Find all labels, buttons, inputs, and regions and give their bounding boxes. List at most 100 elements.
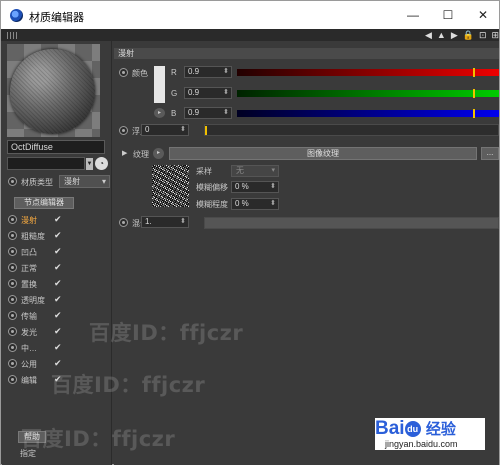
float-radio[interactable] <box>119 126 128 135</box>
channel-radio[interactable] <box>8 343 17 352</box>
grip-handle-icon[interactable] <box>7 32 19 39</box>
channel-displacement[interactable]: 置换 ✔ <box>7 277 107 291</box>
material-type-select[interactable]: 漫射 <box>59 175 110 188</box>
baidu-jingyan-logo: Bai du 经验 jingyan.baidu.com <box>375 418 485 450</box>
channel-letter: R <box>171 68 177 77</box>
window-title: 材质编辑器 <box>29 11 84 24</box>
r-slider[interactable] <box>237 68 499 77</box>
pin-icon[interactable]: ⊡ <box>479 29 487 41</box>
material-type-radio[interactable] <box>8 177 17 186</box>
channel-checkbox[interactable]: ✔ <box>54 246 62 257</box>
blur-scale-row: 模糊程度 0 % <box>196 198 371 210</box>
noise-pattern-overlay <box>152 165 189 207</box>
g-value-field[interactable]: 0.9 <box>184 87 232 99</box>
texture-thumbnail[interactable] <box>152 165 189 207</box>
channel-radio[interactable] <box>8 295 17 304</box>
slider-knob[interactable] <box>472 109 475 118</box>
channel-radio[interactable] <box>8 279 17 288</box>
channel-checkbox[interactable]: ✔ <box>54 310 62 321</box>
watermark: 百度ID：ffjczr <box>21 427 176 451</box>
channel-checkbox[interactable]: ✔ <box>54 278 62 289</box>
channel-label: 中… <box>21 344 37 353</box>
material-preview[interactable] <box>7 44 100 137</box>
mix-radio[interactable] <box>119 218 128 227</box>
watermark: 百度ID：ffjczr <box>51 373 206 397</box>
slider-knob[interactable] <box>472 89 475 98</box>
channel-checkbox[interactable]: ✔ <box>54 262 62 273</box>
channel-radio[interactable] <box>8 311 17 320</box>
lock-icon[interactable]: 🔒 <box>463 29 474 41</box>
maximize-button[interactable]: ☐ <box>433 5 463 25</box>
channel-label: 正常 <box>21 264 37 273</box>
channel-checkbox[interactable]: ✔ <box>54 358 62 369</box>
blur-offset-label: 模糊偏移 <box>196 183 228 192</box>
channel-label: 漫射 <box>21 216 37 225</box>
minimize-button[interactable]: — <box>398 5 428 25</box>
blur-offset-row: 模糊偏移 0 % <box>196 181 371 193</box>
nav-icons: ◀ ▲ ▶ 🔒 ⊡ ⊞ <box>425 29 500 41</box>
channel-label: 透明度 <box>21 296 45 305</box>
baidu-logo-text: Bai du 经验 <box>375 418 456 439</box>
blur-offset-field[interactable]: 0 % <box>231 181 279 193</box>
picker-icon[interactable]: ◔ <box>95 157 108 170</box>
texture-label: 纹理 <box>133 150 149 159</box>
channel-normal[interactable]: 正常 ✔ <box>7 261 107 275</box>
left-panel: OctDiffuse ▼ ◔ 材质类型 漫射 节点编辑器 漫射 ✔ 粗糙度 ✔ … <box>2 41 112 465</box>
watermark: 百度ID：ffjczr <box>89 321 244 345</box>
arrow-right-icon[interactable]: ▶ <box>451 29 458 41</box>
channel-radio[interactable] <box>8 215 17 224</box>
blur-scale-field[interactable]: 0 % <box>231 198 279 210</box>
preview-scene-field[interactable] <box>7 157 85 170</box>
channel-radio[interactable] <box>8 327 17 336</box>
b-value-field[interactable]: 0.9 <box>184 107 232 119</box>
channel-radio[interactable] <box>8 247 17 256</box>
chevron-down-icon[interactable]: ▼ <box>86 158 93 170</box>
channel-roughness[interactable]: 粗糙度 ✔ <box>7 229 107 243</box>
texture-link-icon[interactable]: ▸ <box>153 148 164 159</box>
channel-letter: G <box>171 89 178 98</box>
channel-label: 编辑 <box>21 376 37 385</box>
channel-checkbox[interactable]: ✔ <box>54 294 62 305</box>
sampling-select[interactable]: 无 <box>231 165 279 177</box>
channel-radio[interactable] <box>8 263 17 272</box>
g-slider[interactable] <box>237 89 499 98</box>
mix-value-field[interactable]: 1. <box>141 216 189 228</box>
b-slider[interactable] <box>237 109 499 118</box>
channel-diffuse[interactable]: 漫射 ✔ <box>7 213 107 227</box>
arrow-left-icon[interactable]: ◀ <box>425 29 432 41</box>
more-button[interactable]: ... <box>481 147 499 160</box>
material-type-label: 材质类型 <box>21 178 53 187</box>
expand-icon[interactable]: ⊞ <box>492 29 500 41</box>
mix-slider[interactable] <box>204 217 499 229</box>
channel-label: 凹凸 <box>21 248 37 257</box>
channel-label: 传输 <box>21 312 37 321</box>
channel-radio[interactable] <box>8 375 17 384</box>
cinema4d-app-icon <box>10 9 23 22</box>
channel-radio[interactable] <box>8 231 17 240</box>
slider-knob[interactable] <box>472 68 475 77</box>
arrow-up-icon[interactable]: ▲ <box>437 29 446 41</box>
channel-checkbox[interactable]: ✔ <box>54 230 62 241</box>
float-value-field[interactable]: 0 <box>141 124 189 136</box>
channel-checkbox[interactable]: ✔ <box>54 326 62 337</box>
material-editor-window: 材质编辑器 — ☐ ✕ ◀ ▲ ▶ 🔒 ⊡ ⊞ OctDiffuse ▼ ◔ 材质类型 漫… <box>0 0 500 465</box>
channel-label: 粗糙度 <box>21 232 45 241</box>
color-radio[interactable] <box>119 68 128 77</box>
node-editor-button[interactable]: 节点编辑器 <box>14 197 74 209</box>
material-name-field[interactable]: OctDiffuse <box>7 140 105 154</box>
channel-bump[interactable]: 凹凸 ✔ <box>7 245 107 259</box>
channel-checkbox[interactable]: ✔ <box>54 214 62 225</box>
channel-letter: B <box>171 109 177 118</box>
rgb-row-r: R 0.9 <box>171 66 499 79</box>
close-button[interactable]: ✕ <box>468 5 498 25</box>
paw-icon: du <box>404 421 421 437</box>
float-slider[interactable] <box>204 124 499 136</box>
channel-checkbox[interactable]: ✔ <box>54 342 62 353</box>
color-swatch[interactable] <box>154 66 165 103</box>
channel-radio[interactable] <box>8 359 17 368</box>
color-mode-icon[interactable]: ▸ <box>154 108 165 118</box>
expand-triangle-icon[interactable]: ▶ <box>122 149 127 157</box>
channel-opacity[interactable]: 透明度 ✔ <box>7 293 107 307</box>
image-texture-button[interactable]: 图像纹理 <box>169 147 477 160</box>
r-value-field[interactable]: 0.9 <box>184 66 232 78</box>
